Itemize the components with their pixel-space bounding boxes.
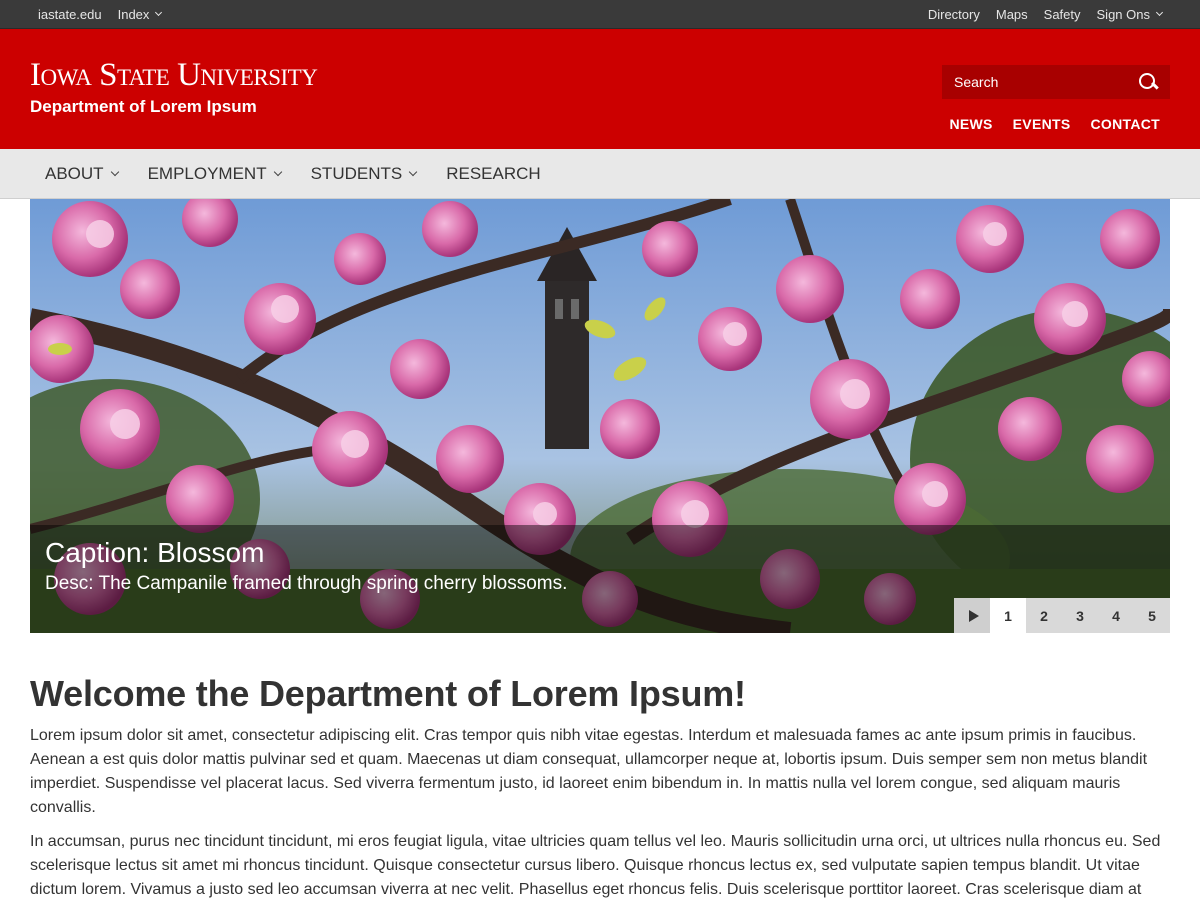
- header-link-contact[interactable]: CONTACT: [1091, 116, 1161, 132]
- utility-left-links: iastate.edu Index: [38, 7, 177, 22]
- header-link-news[interactable]: NEWS: [949, 116, 992, 132]
- search-box[interactable]: [942, 65, 1170, 99]
- slider-page-button[interactable]: 4: [1098, 598, 1134, 633]
- slider-page-button[interactable]: 1: [990, 598, 1026, 633]
- chevron-down-icon: [155, 8, 163, 17]
- utility-bar: iastate.edu Index Directory Maps Safety …: [0, 0, 1200, 29]
- content-paragraph: In accumsan, purus nec tincidunt tincidu…: [30, 833, 1161, 898]
- nav-item-students[interactable]: Students: [296, 164, 432, 184]
- play-icon: [968, 609, 979, 622]
- utility-link-safety[interactable]: Safety: [1044, 7, 1081, 22]
- slider-page-button[interactable]: 2: [1026, 598, 1062, 633]
- nav-item-research[interactable]: Research: [431, 164, 555, 184]
- site-header: Iowa State University Department of Lore…: [0, 29, 1200, 149]
- slider-play-button[interactable]: [954, 598, 990, 633]
- caption-title: Caption: Blossom: [45, 537, 265, 568]
- university-wordmark[interactable]: Iowa State University: [30, 57, 318, 93]
- nav-item-about[interactable]: About: [30, 164, 133, 184]
- chevron-down-icon: [110, 167, 119, 176]
- page-title: Welcome the Department of Lorem Ipsum!: [30, 673, 746, 714]
- chevron-down-icon: [273, 167, 282, 176]
- caption-description: Desc: The Campanile framed through sprin…: [45, 573, 568, 594]
- utility-link-sign-ons[interactable]: Sign Ons: [1097, 7, 1164, 22]
- slider-page-button[interactable]: 5: [1134, 598, 1170, 633]
- search-input[interactable]: [954, 74, 1124, 90]
- header-link-events[interactable]: EVENTS: [1013, 116, 1071, 132]
- utility-link-index[interactable]: Index: [118, 7, 163, 22]
- main-content: Welcome the Department of Lorem Ipsum! L…: [0, 633, 1200, 900]
- slider-page-button[interactable]: 3: [1062, 598, 1098, 633]
- main-nav: About Employment Students Research: [0, 149, 1200, 199]
- utility-right-links: Directory Maps Safety Sign Ons: [912, 7, 1164, 22]
- nav-item-employment[interactable]: Employment: [133, 164, 296, 184]
- slider-controls: 1 2 3 4 5: [954, 598, 1170, 633]
- utility-link-maps[interactable]: Maps: [996, 7, 1028, 22]
- hero-slider[interactable]: Caption: Blossom Desc: The Campanile fra…: [30, 199, 1170, 633]
- search-icon[interactable]: [1138, 72, 1158, 92]
- chevron-down-icon: [1155, 8, 1164, 17]
- header-quick-links: NEWS EVENTS CONTACT: [929, 116, 1160, 132]
- utility-link-iastate[interactable]: iastate.edu: [38, 7, 102, 22]
- chevron-down-icon: [408, 167, 418, 176]
- content-paragraph: Lorem ipsum dolor sit amet, consectetur …: [30, 727, 1148, 816]
- utility-link-directory[interactable]: Directory: [928, 7, 980, 22]
- department-name[interactable]: Department of Lorem Ipsum: [30, 97, 257, 117]
